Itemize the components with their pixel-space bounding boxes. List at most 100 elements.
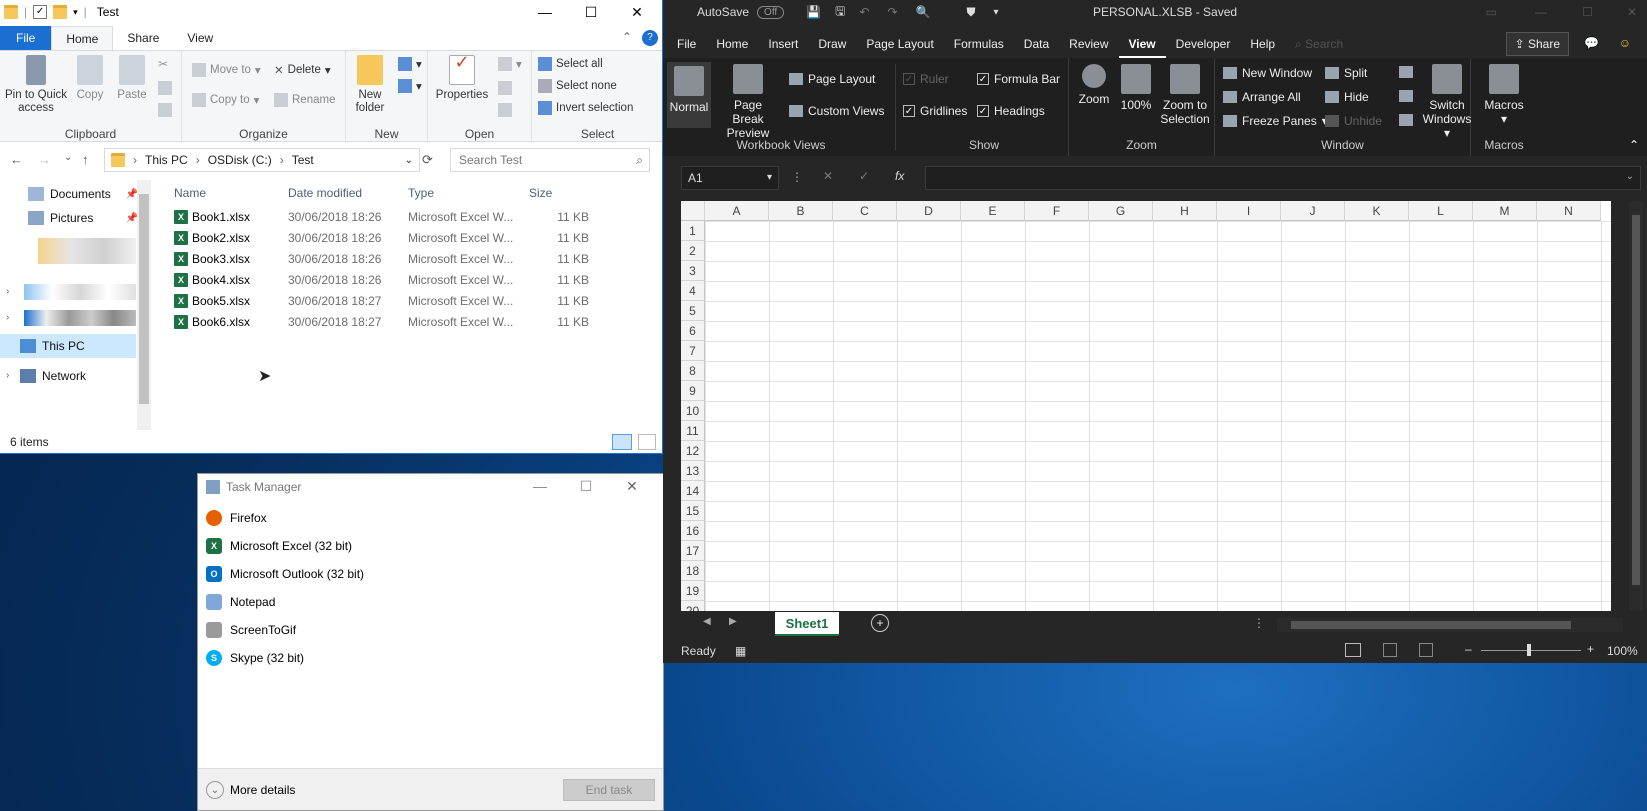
- scroll-thumb[interactable]: [1632, 215, 1640, 585]
- tab-help[interactable]: Help: [1240, 30, 1285, 58]
- print-preview-icon[interactable]: 🔍: [916, 5, 931, 19]
- close-icon[interactable]: ✕: [1627, 5, 1637, 19]
- redo-icon[interactable]: ↷: [887, 5, 897, 19]
- rename-button[interactable]: Rename: [274, 93, 335, 107]
- customize-qat-icon[interactable]: ▾: [993, 7, 998, 18]
- synchronous-scroll-icon[interactable]: [1399, 90, 1413, 102]
- column-header[interactable]: N: [1537, 201, 1601, 221]
- pin-quick-access-button[interactable]: Pin to Quick access: [4, 55, 68, 115]
- delete-button[interactable]: ✕ Delete ▾: [274, 63, 331, 77]
- row-header[interactable]: 12: [681, 441, 705, 461]
- zoom-in-icon[interactable]: +: [1587, 642, 1594, 656]
- autosave-toggle[interactable]: Off: [757, 5, 785, 19]
- column-header[interactable]: C: [833, 201, 897, 221]
- row-header[interactable]: 20: [681, 601, 705, 611]
- row-header[interactable]: 15: [681, 501, 705, 521]
- address-dropdown-icon[interactable]: ⌄: [405, 155, 413, 166]
- close-icon[interactable]: ✕: [609, 474, 655, 498]
- app-skype[interactable]: S Skype (32 bit): [206, 644, 304, 672]
- row-header[interactable]: 2: [681, 241, 705, 261]
- copy-button[interactable]: Copy: [72, 55, 108, 102]
- back-icon[interactable]: ←: [10, 152, 23, 167]
- app-notepad[interactable]: Notepad: [206, 588, 275, 616]
- page-layout-view-icon[interactable]: [1383, 643, 1397, 657]
- name-box[interactable]: A1 ▾: [681, 166, 779, 190]
- unhide-button[interactable]: Unhide: [1325, 114, 1382, 128]
- maximize-icon[interactable]: ☐: [568, 0, 614, 24]
- row-header[interactable]: 19: [681, 581, 705, 601]
- column-header[interactable]: M: [1473, 201, 1537, 221]
- minimize-icon[interactable]: —: [522, 0, 568, 24]
- select-all-corner[interactable]: [681, 201, 705, 221]
- custom-views-button[interactable]: Custom Views: [789, 104, 884, 118]
- headings-checkbox[interactable]: ✓ Headings: [977, 104, 1045, 118]
- nav-scrollbar[interactable]: [137, 180, 151, 430]
- comments-icon[interactable]: 💬: [1574, 32, 1609, 54]
- column-header[interactable]: J: [1281, 201, 1345, 221]
- nav-pictures[interactable]: Pictures 📌: [28, 206, 138, 230]
- app-excel[interactable]: X Microsoft Excel (32 bit): [206, 532, 352, 560]
- shield-icon[interactable]: ⛊: [966, 5, 975, 20]
- zoom-100-button[interactable]: 100%: [1119, 64, 1153, 112]
- vertical-scrollbar[interactable]: [1629, 201, 1643, 611]
- split-button[interactable]: Split: [1325, 66, 1367, 80]
- properties-qat-icon[interactable]: ✓: [33, 5, 48, 19]
- row-header[interactable]: 10: [681, 401, 705, 421]
- paste-button[interactable]: Paste: [114, 55, 150, 102]
- collapse-ribbon-icon[interactable]: ⌃: [622, 30, 632, 44]
- switch-windows-button[interactable]: Switch Windows ▾: [1419, 64, 1475, 140]
- row-header[interactable]: 1: [681, 221, 705, 241]
- scroll-thumb[interactable]: [139, 194, 149, 404]
- page-break-preview-button[interactable]: Page Break Preview: [717, 64, 779, 140]
- move-to-button[interactable]: Move to ▾: [192, 63, 261, 77]
- details-view-icon[interactable]: [612, 434, 632, 450]
- select-all-button[interactable]: Select all: [538, 57, 603, 71]
- save-as-icon[interactable]: 🖫: [835, 2, 845, 23]
- app-outlook[interactable]: O Microsoft Outlook (32 bit): [206, 560, 364, 588]
- file-row[interactable]: X Book5.xlsx 30/06/2018 18:27 Microsoft Ex…: [160, 290, 660, 311]
- normal-view-icon[interactable]: [1345, 643, 1361, 657]
- copy-path-icon[interactable]: [158, 81, 172, 95]
- new-item-icon[interactable]: ▾: [398, 57, 422, 71]
- col-date[interactable]: Date modified: [288, 186, 408, 200]
- row-header[interactable]: 6: [681, 321, 705, 341]
- prev-sheet-icon[interactable]: ◀: [703, 616, 711, 627]
- collapse-ribbon-icon[interactable]: ⌃: [1629, 138, 1639, 152]
- ribbon-display-icon[interactable]: ▭: [1486, 5, 1497, 19]
- horizontal-scrollbar[interactable]: [1277, 618, 1623, 632]
- column-header[interactable]: I: [1217, 201, 1281, 221]
- tab-insert[interactable]: Insert: [758, 30, 808, 58]
- feedback-smiley-icon[interactable]: ☺: [1609, 32, 1641, 54]
- sheet-tab-sheet1[interactable]: Sheet1: [775, 612, 839, 636]
- macros-button[interactable]: Macros ▾: [1479, 64, 1529, 126]
- zoom-level[interactable]: 100%: [1607, 644, 1638, 658]
- column-header[interactable]: A: [705, 201, 769, 221]
- nav-network[interactable]: Network: [0, 364, 136, 388]
- more-options-icon[interactable]: ⋮: [1253, 616, 1265, 630]
- cancel-icon[interactable]: ✕: [823, 169, 833, 183]
- more-options-icon[interactable]: ⋮: [791, 170, 803, 184]
- arrange-all-button[interactable]: Arrange All: [1223, 90, 1301, 104]
- row-header[interactable]: 9: [681, 381, 705, 401]
- tab-share[interactable]: Share: [113, 26, 173, 50]
- new-folder-qat-icon[interactable]: [53, 5, 68, 19]
- macro-recording-icon[interactable]: ▦: [735, 644, 746, 658]
- search-input[interactable]: Search Test ⌕: [450, 148, 650, 172]
- help-icon[interactable]: ?: [642, 30, 658, 46]
- tab-developer[interactable]: Developer: [1166, 30, 1241, 58]
- column-header[interactable]: B: [769, 201, 833, 221]
- breadcrumb-osdisk[interactable]: OSDisk (C:): [208, 153, 272, 167]
- zoom-to-selection-button[interactable]: Zoom to Selection: [1159, 64, 1211, 126]
- invert-selection-button[interactable]: Invert selection: [538, 101, 633, 115]
- tab-home[interactable]: Home: [706, 30, 758, 58]
- col-type[interactable]: Type: [408, 186, 529, 200]
- reset-window-position-icon[interactable]: [1399, 114, 1413, 126]
- file-row[interactable]: X Book3.xlsx 30/06/2018 18:26 Microsoft Ex…: [160, 248, 660, 269]
- history-icon[interactable]: [498, 103, 512, 117]
- column-header[interactable]: F: [1025, 201, 1089, 221]
- breadcrumb-this-pc[interactable]: This PC: [145, 153, 188, 167]
- large-icons-view-icon[interactable]: [638, 434, 656, 450]
- row-header[interactable]: 11: [681, 421, 705, 441]
- column-header[interactable]: G: [1089, 201, 1153, 221]
- customize-qat-icon[interactable]: ▾: [73, 7, 78, 18]
